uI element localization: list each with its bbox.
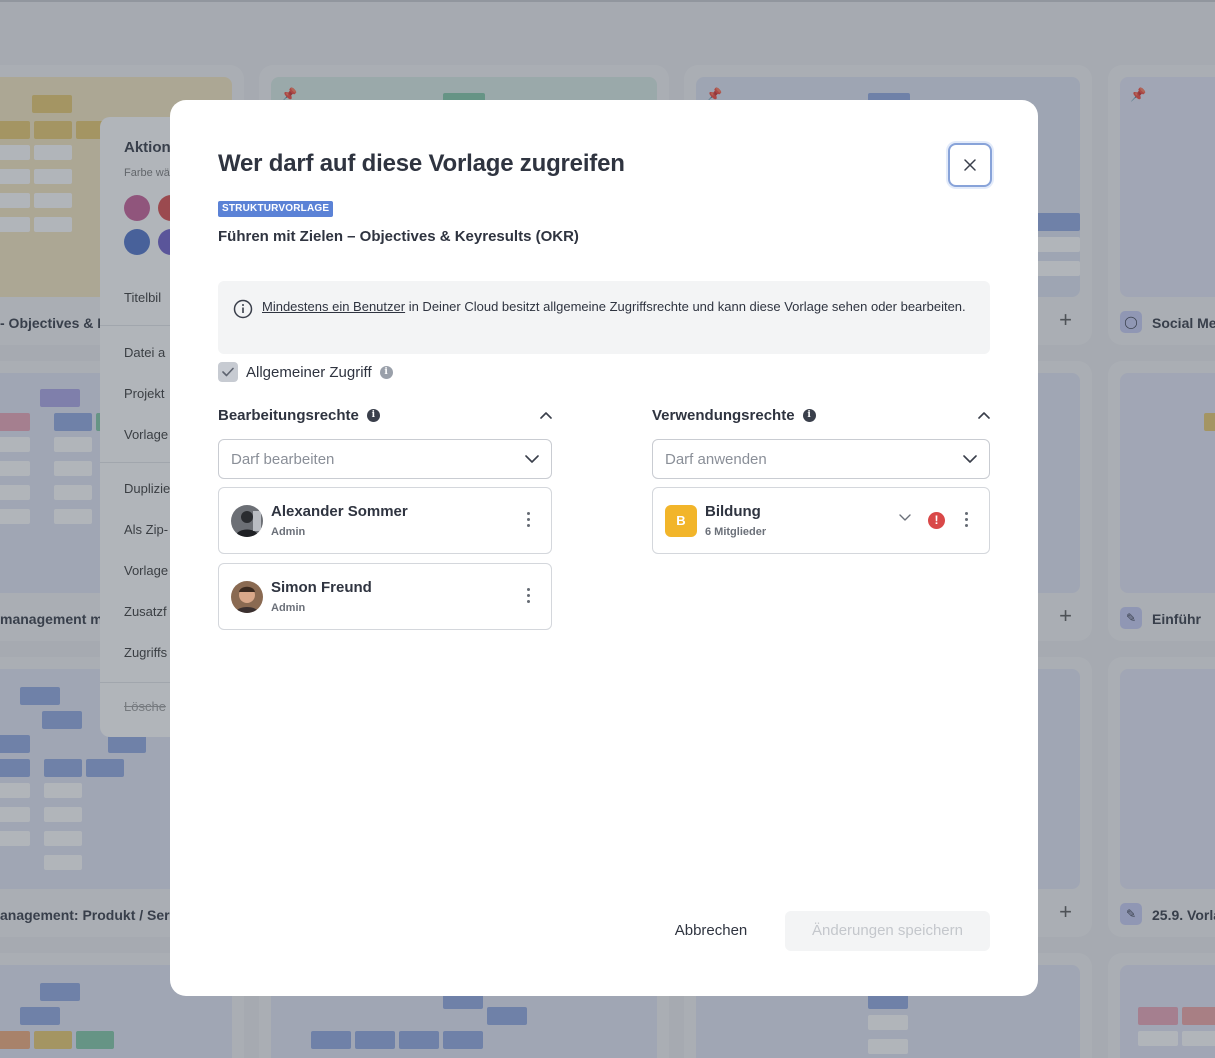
group-name: Bildung (705, 503, 761, 520)
usage-rights-select-placeholder: Darf anwenden (665, 450, 767, 468)
info-icon (233, 299, 253, 319)
check-icon (222, 367, 234, 377)
user-role: Admin (271, 526, 306, 538)
edit-rights-select-placeholder: Darf bearbeiten (231, 450, 335, 468)
edit-rights-info-icon[interactable]: i (366, 408, 380, 422)
usage-rights-select[interactable]: Darf anwenden (652, 439, 990, 479)
chevron-down-icon[interactable] (899, 514, 911, 522)
group-avatar: B (665, 505, 697, 537)
general-access-checkbox[interactable] (218, 362, 238, 382)
edit-rights-select[interactable]: Darf bearbeiten (218, 439, 552, 479)
more-options-icon[interactable] (527, 512, 531, 530)
access-dialog: Wer darf auf diese Vorlage zugreifen STR… (170, 100, 1038, 996)
user-entry: Alexander Sommer Admin (218, 487, 552, 554)
general-access-info-icon[interactable]: i (379, 365, 393, 379)
cancel-button[interactable]: Abbrechen (662, 912, 760, 950)
user-name: Alexander Sommer (271, 503, 408, 520)
info-text: Mindestens ein Benutzer in Deiner Cloud … (262, 296, 977, 317)
usage-rights-heading: Verwendungsrechte (652, 406, 795, 424)
avatar (231, 581, 263, 613)
template-name: Führen mit Zielen – Objectives & Keyresu… (218, 228, 579, 245)
info-banner: Mindestens ein Benutzer in Deiner Cloud … (218, 281, 990, 354)
user-name: Simon Freund (271, 579, 372, 596)
usage-rights-section: Verwendungsrechte i Darf anwenden B Bild… (652, 404, 990, 554)
more-options-icon[interactable] (965, 512, 969, 530)
save-changes-button[interactable]: Änderungen speichern (785, 911, 990, 951)
general-access-label: Allgemeiner Zugriff (246, 363, 372, 381)
chevron-down-icon (963, 455, 977, 463)
user-entry: Simon Freund Admin (218, 563, 552, 630)
close-button[interactable] (948, 143, 992, 187)
chevron-up-icon[interactable] (540, 411, 552, 419)
chevron-down-icon (525, 455, 539, 463)
warning-icon[interactable]: ! (928, 512, 945, 529)
edit-rights-section: Bearbeitungsrechte i Darf bearbeiten Ale… (218, 404, 552, 630)
general-access-row: Allgemeiner Zugriff i (218, 362, 393, 382)
edit-rights-heading: Bearbeitungsrechte (218, 406, 359, 424)
more-options-icon[interactable] (527, 588, 531, 606)
user-role: Admin (271, 602, 306, 614)
info-message: in Deiner Cloud besitzt allgemeine Zugri… (405, 299, 966, 314)
template-type-badge: STRUKTURVORLAGE (218, 201, 334, 217)
info-link[interactable]: Mindestens ein Benutzer (262, 299, 405, 314)
group-member-count: 6 Mitglieder (705, 526, 767, 538)
usage-rights-info-icon[interactable]: i (802, 408, 816, 422)
chevron-up-icon[interactable] (978, 411, 990, 419)
close-icon (964, 159, 976, 171)
avatar (231, 505, 263, 537)
group-entry: B Bildung 6 Mitglieder ! (652, 487, 990, 554)
dialog-title: Wer darf auf diese Vorlage zugreifen (218, 150, 625, 177)
